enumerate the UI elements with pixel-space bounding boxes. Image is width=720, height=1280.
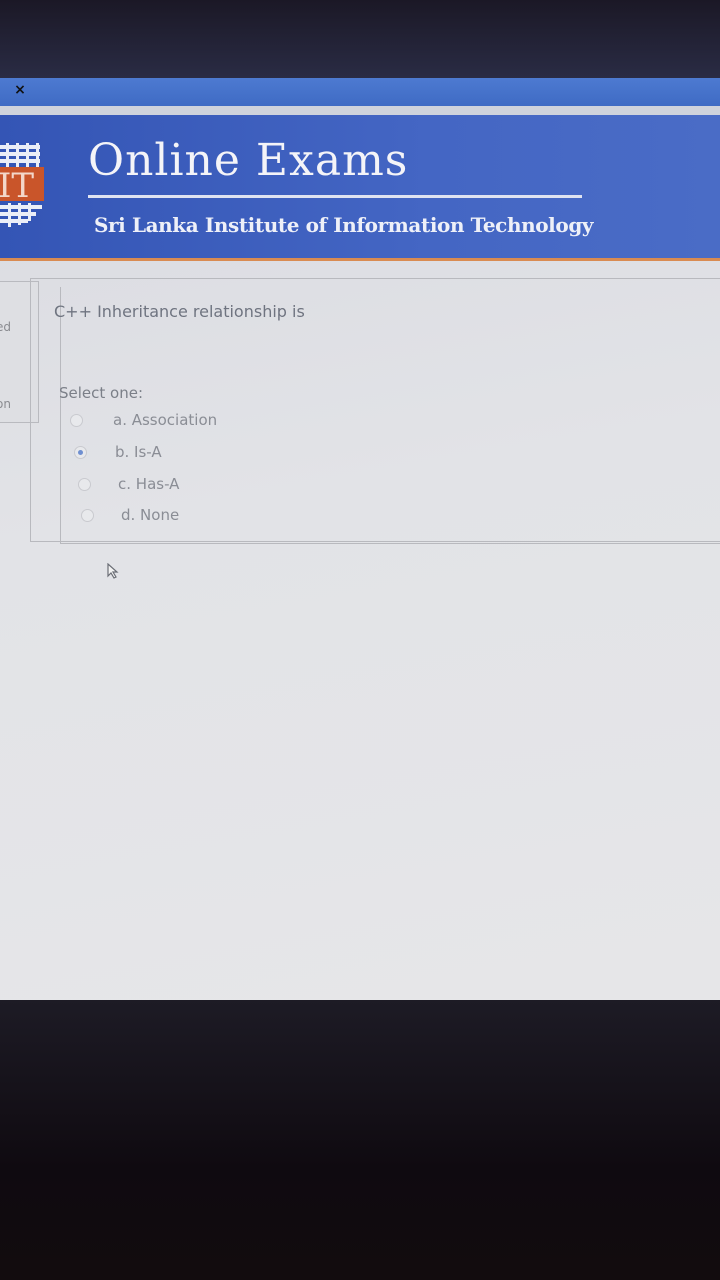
sliit-logo-icon: IT xyxy=(0,143,44,227)
info-text-fragment: on xyxy=(0,397,11,411)
site-header: IT Online Exams Sri Lanka Institute of I… xyxy=(0,115,720,261)
radio-button[interactable] xyxy=(81,508,94,522)
site-title: Online Exams xyxy=(88,135,409,186)
monitor-bezel-bottom xyxy=(0,1000,720,1280)
option-label[interactable]: c. Has-A xyxy=(118,475,179,493)
answer-option-c[interactable]: c. Has-A xyxy=(78,474,179,494)
radio-button[interactable] xyxy=(70,413,83,427)
monitor-bezel-top xyxy=(0,0,720,80)
info-text-fragment: ed xyxy=(0,320,11,334)
radio-button-selected[interactable] xyxy=(74,445,87,459)
option-label[interactable]: d. None xyxy=(121,506,179,524)
browser-tab-strip: × xyxy=(0,78,720,106)
svg-text:IT: IT xyxy=(0,166,34,206)
title-divider xyxy=(88,195,582,198)
mouse-pointer-icon xyxy=(107,563,119,579)
tab-close-icon[interactable]: × xyxy=(12,82,28,98)
option-label[interactable]: a. Association xyxy=(113,411,217,429)
answer-option-d[interactable]: d. None xyxy=(81,505,179,525)
site-subtitle: Sri Lanka Institute of Information Techn… xyxy=(94,213,594,237)
option-label[interactable]: b. Is-A xyxy=(115,443,162,461)
radio-button[interactable] xyxy=(78,477,91,491)
answer-option-a[interactable]: a. Association xyxy=(70,410,217,430)
answer-option-b[interactable]: b. Is-A xyxy=(74,442,162,462)
select-one-prompt: Select one: xyxy=(59,384,144,402)
question-text: C++ Inheritance relationship is xyxy=(54,302,305,321)
